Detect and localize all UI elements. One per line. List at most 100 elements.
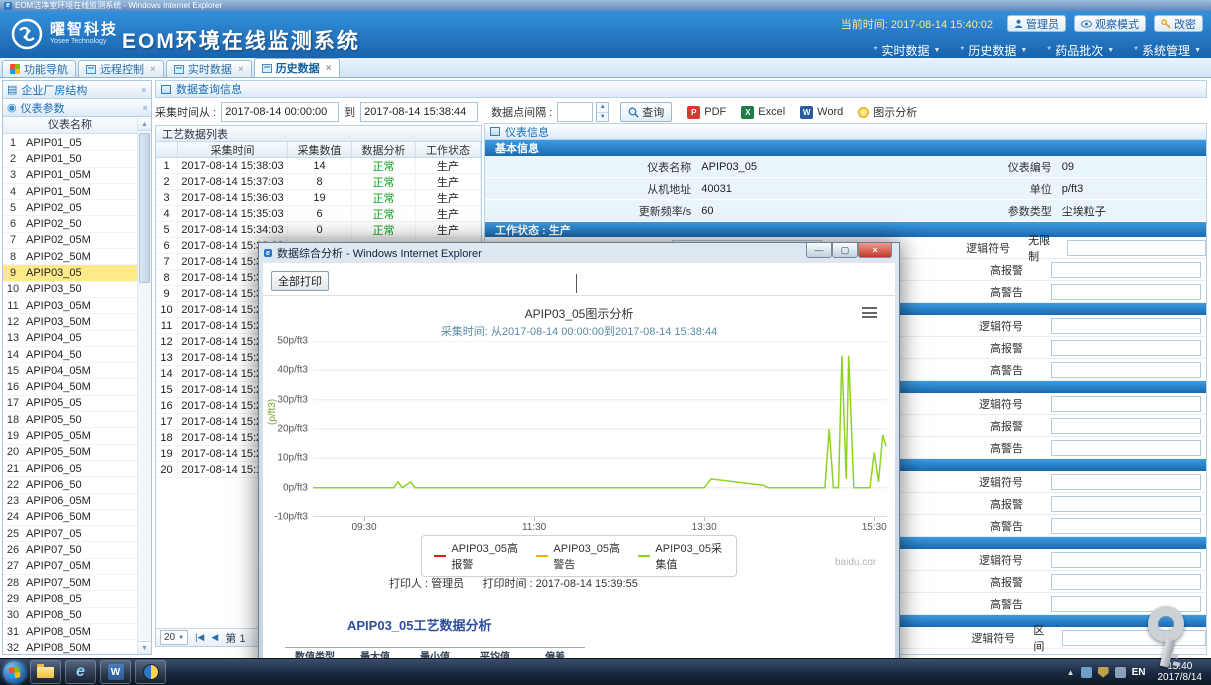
limit-input[interactable] [1051, 396, 1201, 412]
change-password-button[interactable]: 改密 [1154, 15, 1203, 32]
network-icon[interactable] [1081, 667, 1092, 678]
meter-list-item[interactable]: 26APIP07_50 [3, 542, 137, 558]
meter-list-item[interactable]: 15APIP04_05M [3, 363, 137, 379]
tray-expand-icon[interactable]: ▲ [1067, 668, 1075, 677]
table-row[interactable]: 12017-08-14 15:38:0314正常生产 [156, 158, 481, 174]
meter-list-item[interactable]: 27APIP07_05M [3, 559, 137, 575]
minimize-button[interactable]: — [806, 243, 832, 258]
sidebar-section-plant[interactable]: ▤ 企业厂房结构 » [3, 81, 151, 99]
export-word-button[interactable]: WWord [800, 106, 843, 119]
limit-input[interactable] [1051, 340, 1201, 356]
table-row[interactable]: 32017-08-14 15:36:0319正常生产 [156, 190, 481, 206]
print-all-button[interactable]: 全部打印 [271, 271, 329, 291]
limit-input[interactable] [1051, 496, 1201, 512]
legend-item[interactable]: APIP03_05采集值 [638, 540, 724, 572]
meter-list-item[interactable]: 4APIP01_50M [3, 184, 137, 200]
close-button[interactable]: × [858, 243, 892, 258]
limit-input[interactable] [1051, 418, 1201, 434]
meter-list-item[interactable]: 20APIP05_50M [3, 445, 137, 461]
meter-list-item[interactable]: 1APIP01_05 [3, 135, 137, 151]
search-button[interactable]: 查询 [620, 102, 672, 122]
table-row[interactable]: 52017-08-14 15:34:030正常生产 [156, 222, 481, 238]
spinner-up-icon[interactable]: ▲ [597, 103, 608, 113]
start-button[interactable] [3, 661, 26, 684]
scroll-down-icon[interactable]: ▼ [138, 641, 151, 654]
taskbar-ie-button[interactable]: e [65, 660, 96, 684]
meter-list-item[interactable]: 6APIP02_50 [3, 216, 137, 232]
tab-close-icon[interactable]: × [326, 63, 332, 74]
page-size-select[interactable]: 20▼ [160, 630, 188, 645]
observe-mode-button[interactable]: 观察模式 [1074, 15, 1146, 32]
limit-input[interactable] [1051, 474, 1201, 490]
header-menu-item[interactable]: *历史数据▼ [960, 42, 1027, 59]
from-datetime-input[interactable] [221, 102, 339, 122]
meter-list-item[interactable]: 22APIP06_50 [3, 477, 137, 493]
meter-list-item[interactable]: 12APIP03_50M [3, 314, 137, 330]
meter-list-item[interactable]: 3APIP01_05M [3, 168, 137, 184]
chart-analysis-button[interactable]: 图示分析 [858, 104, 917, 120]
key-gadget[interactable] [1138, 606, 1198, 672]
legend-item[interactable]: APIP03_05高警告 [536, 540, 622, 572]
sidebar-section-meters[interactable]: ◉ 仪表参数 » [3, 99, 151, 117]
meter-list-item[interactable]: 23APIP06_05M [3, 494, 137, 510]
interval-spinner[interactable]: ▲▼ [596, 102, 609, 122]
meter-list-item[interactable]: 9APIP03_05 [3, 265, 137, 281]
limit-input[interactable] [1051, 262, 1201, 278]
table-row[interactable]: 42017-08-14 15:35:036正常生产 [156, 206, 481, 222]
meter-list-item[interactable]: 24APIP06_50M [3, 510, 137, 526]
maximize-button[interactable]: ▢ [832, 243, 858, 258]
popup-title-bar[interactable]: e 数据综合分析 - Windows Internet Explorer [259, 243, 899, 263]
tab-item[interactable]: 功能导航 [2, 60, 76, 77]
meter-list-item[interactable]: 21APIP06_05 [3, 461, 137, 477]
limit-input[interactable] [1051, 440, 1201, 456]
meter-list-item[interactable]: 17APIP05_05 [3, 396, 137, 412]
tab-close-icon[interactable]: × [238, 64, 244, 75]
scrollbar-thumb[interactable] [139, 133, 150, 283]
limit-input[interactable] [1051, 362, 1201, 378]
meter-list-item[interactable]: 11APIP03_05M [3, 298, 137, 314]
legend-item[interactable]: APIP03_05高报警 [434, 540, 520, 572]
limit-input[interactable] [1051, 574, 1201, 590]
meter-list-item[interactable]: 29APIP08_05 [3, 591, 137, 607]
limit-input[interactable] [1051, 552, 1201, 568]
header-menu-item[interactable]: *系统管理▼ [1134, 42, 1201, 59]
meter-list-item[interactable]: 8APIP02_50M [3, 249, 137, 265]
export-pdf-button[interactable]: PPDF [687, 106, 726, 119]
tab-item[interactable]: 历史数据× [254, 58, 340, 77]
chart-menu-icon[interactable] [862, 307, 877, 318]
tab-item[interactable]: 远程控制× [78, 60, 164, 77]
meter-list-item[interactable]: 16APIP04_50M [3, 379, 137, 395]
header-menu-item[interactable]: *药品批次▼ [1047, 42, 1114, 59]
spinner-down-icon[interactable]: ▼ [597, 113, 608, 122]
chevron-up-icon[interactable]: » [139, 105, 149, 110]
taskbar-word-button[interactable]: W [100, 660, 131, 684]
meter-list-item[interactable]: 32APIP08_50M [3, 640, 137, 654]
tab-item[interactable]: 实时数据× [166, 60, 252, 77]
prev-page-icon[interactable]: ◀ [211, 632, 218, 643]
meter-list-item[interactable]: 28APIP07_50M [3, 575, 137, 591]
meter-list-item[interactable]: 31APIP08_05M [3, 624, 137, 640]
first-page-icon[interactable]: |◀ [195, 632, 204, 643]
taskbar-eom-button[interactable] [135, 660, 166, 684]
export-excel-button[interactable]: XExcel [741, 106, 785, 119]
sidebar-scrollbar[interactable]: ▲ ▼ [137, 118, 151, 654]
meter-list-item[interactable]: 18APIP05_50 [3, 412, 137, 428]
limit-input[interactable] [1051, 318, 1201, 334]
to-datetime-input[interactable] [360, 102, 478, 122]
taskbar-explorer-button[interactable] [30, 660, 61, 684]
meter-list-item[interactable]: 30APIP08_50 [3, 608, 137, 624]
meter-list-item[interactable]: 7APIP02_05M [3, 233, 137, 249]
limit-input[interactable] [1051, 518, 1201, 534]
meter-list-item[interactable]: 13APIP04_05 [3, 331, 137, 347]
limit-input[interactable] [1051, 284, 1201, 300]
header-menu-item[interactable]: *实时数据▼ [874, 42, 941, 59]
meter-list-item[interactable]: 2APIP01_50 [3, 151, 137, 167]
interval-input[interactable] [557, 102, 593, 122]
meter-list-item[interactable]: 5APIP02_05 [3, 200, 137, 216]
tab-close-icon[interactable]: × [150, 64, 156, 75]
meter-list-item[interactable]: 25APIP07_05 [3, 526, 137, 542]
volume-icon[interactable] [1115, 667, 1126, 678]
scroll-up-icon[interactable]: ▲ [138, 118, 151, 131]
limit-input[interactable] [1067, 240, 1206, 256]
chevron-down-icon[interactable]: » [139, 87, 149, 92]
